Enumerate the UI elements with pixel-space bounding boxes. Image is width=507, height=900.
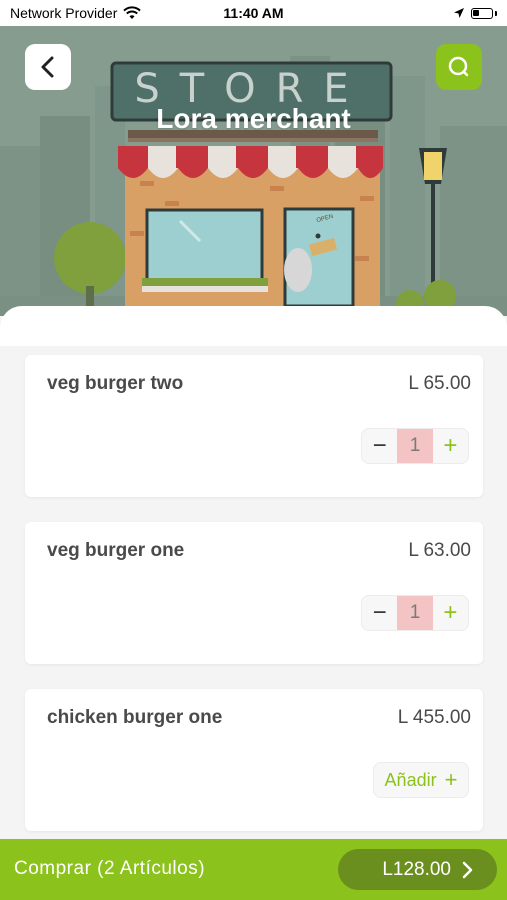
quantity-value: 1 [397, 429, 433, 463]
add-to-cart-button[interactable]: Añadir + [373, 762, 469, 798]
location-arrow-icon [454, 8, 464, 18]
chevron-right-icon [462, 861, 473, 878]
product-card: veg burger one L 63.00 − 1 + [25, 522, 483, 664]
status-left: Network Provider [10, 5, 142, 21]
back-button[interactable] [25, 44, 71, 90]
checkout-total-button[interactable]: L128.00 [338, 849, 497, 890]
search-button[interactable] [436, 44, 482, 90]
search-icon [448, 56, 469, 77]
carrier-label: Network Provider [10, 5, 118, 21]
product-name: veg burger two [47, 373, 184, 394]
battery-icon [471, 7, 493, 19]
product-card: veg burger two L 65.00 − 1 + [25, 355, 483, 497]
increase-button[interactable]: + [433, 596, 468, 630]
product-price: L 65.00 [408, 373, 471, 394]
store-hero-image: STORE OPEN [0, 26, 507, 316]
add-button-label: Añadir [384, 769, 437, 790]
quantity-value: 1 [397, 596, 433, 630]
status-bar: Network Provider 11:40 AM [0, 0, 507, 26]
cart-total: L128.00 [382, 858, 451, 880]
checkout-label: Comprar (2 Artículos) [14, 858, 206, 879]
increase-button[interactable]: + [433, 429, 468, 463]
content-sheet [0, 306, 507, 346]
checkout-bar: Comprar (2 Artículos) L128.00 [0, 839, 507, 900]
status-right [453, 7, 497, 19]
quantity-stepper: − 1 + [361, 595, 469, 631]
decrease-button[interactable]: − [362, 596, 397, 630]
battery-tip [495, 10, 497, 16]
merchant-name: Lora merchant [156, 103, 351, 134]
product-card: chicken burger one L 455.00 Añadir + [25, 689, 483, 831]
product-price: L 455.00 [397, 707, 471, 728]
product-price: L 63.00 [408, 540, 471, 561]
chevron-left-icon [41, 56, 54, 78]
product-name: chicken burger one [47, 707, 223, 728]
product-name: veg burger one [47, 540, 185, 561]
decrease-button[interactable]: − [362, 429, 397, 463]
quantity-stepper: − 1 + [361, 428, 469, 464]
wifi-icon [123, 6, 142, 19]
plus-icon: + [444, 767, 458, 792]
